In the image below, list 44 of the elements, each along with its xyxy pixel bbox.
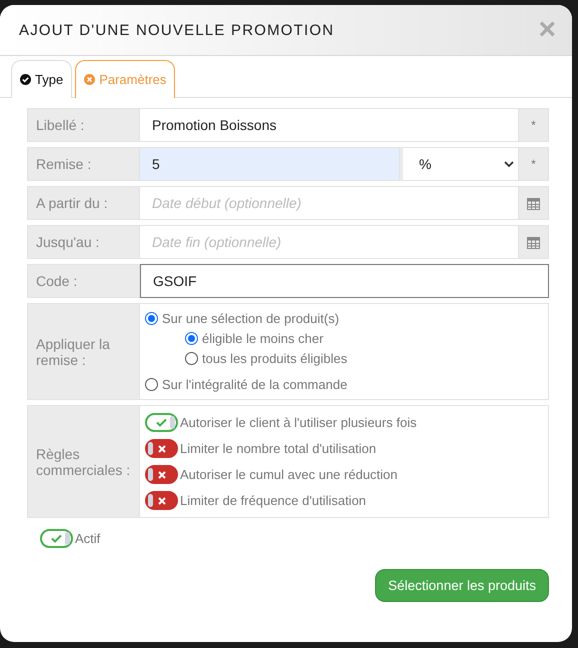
radio-label: Sur l'intégralité de la commande xyxy=(162,377,348,392)
field-label: Code : xyxy=(27,264,140,298)
toggle-label: Limiter de fréquence d'utilisation xyxy=(180,493,366,508)
x-circle-icon xyxy=(84,74,96,85)
radio-button[interactable] xyxy=(145,378,158,391)
date-field[interactable]: Date fin (optionnelle) xyxy=(140,225,519,259)
toggle-label: Actif xyxy=(75,531,100,546)
toggle-switch[interactable] xyxy=(145,439,178,458)
field-label: Appliquer la remise : xyxy=(27,303,140,400)
amount-field[interactable]: 5 xyxy=(140,147,400,181)
x-icon xyxy=(158,444,166,452)
field-label: Jusqu'au : xyxy=(27,225,140,259)
field-label: Règles commerciales : xyxy=(27,405,140,518)
toggle-switch[interactable] xyxy=(145,413,178,432)
radio-button[interactable] xyxy=(185,352,198,365)
calendar-icon[interactable] xyxy=(527,196,540,210)
radio-label: tous les produits éligibles xyxy=(202,351,348,366)
date-field[interactable]: Date début (optionnelle) xyxy=(140,186,519,220)
radio-button[interactable] xyxy=(185,332,198,345)
radio-label: Sur une sélection de produit(s) xyxy=(162,311,340,326)
check-icon xyxy=(51,534,62,543)
calendar-icon[interactable] xyxy=(527,236,540,248)
required-mark: * xyxy=(519,108,549,142)
text-field[interactable]: GSOIF xyxy=(140,264,549,298)
radio-label: éligible le moins cher xyxy=(202,331,324,346)
check-icon xyxy=(156,418,167,427)
field-label: Remise : xyxy=(27,147,140,181)
toggle-label: Autoriser le client à l'utiliser plusieurs fois xyxy=(180,415,417,430)
field-label: Libellé : xyxy=(27,108,140,142)
dialog-title: AJOUT D'UNE NOUVELLE PROMOTION xyxy=(19,22,334,38)
toggle-switch[interactable] xyxy=(40,529,73,548)
radio-button[interactable] xyxy=(145,312,158,325)
toggle-switch[interactable] xyxy=(145,491,178,510)
toggle-label: Autoriser le cumul avec une réduction xyxy=(180,467,398,482)
x-icon xyxy=(158,470,166,478)
text-field[interactable]: Promotion Boissons xyxy=(140,108,519,142)
field-label: A partir du : xyxy=(27,186,140,220)
toggle-switch[interactable] xyxy=(145,465,178,484)
chevron-down-icon xyxy=(504,160,514,168)
x-icon xyxy=(158,496,166,504)
tab[interactable]: Type xyxy=(11,60,72,98)
required-mark: * xyxy=(519,147,549,181)
check-circle-icon xyxy=(20,74,31,85)
toggle-label: Limiter le nombre total d'utilisation xyxy=(180,441,376,456)
